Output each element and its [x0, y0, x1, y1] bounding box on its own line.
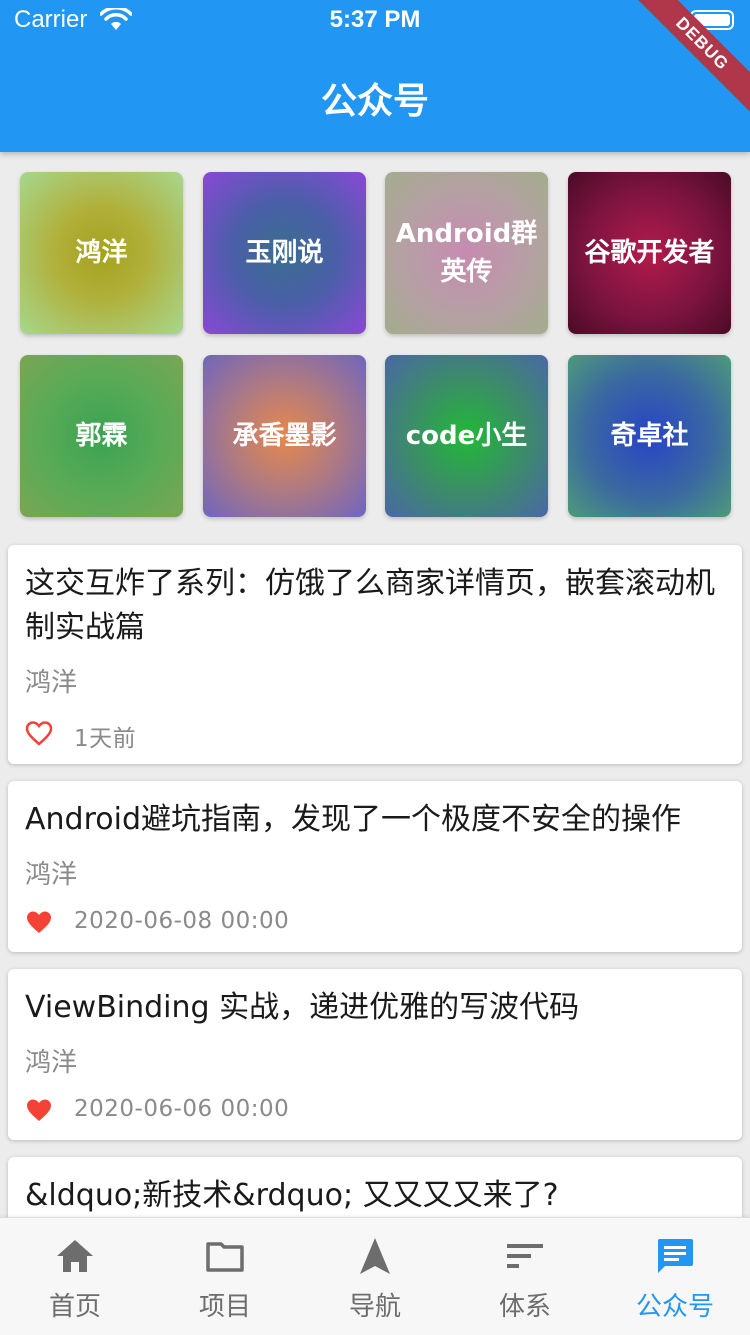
account-name: 鸿洋: [75, 238, 128, 268]
article-author: 鸿洋: [25, 668, 78, 698]
account-tile-google-developers[interactable]: 谷歌开发者: [568, 172, 731, 334]
account-tile-hongyang[interactable]: 鸿洋: [20, 172, 183, 334]
nav-label: 首页: [48, 1292, 101, 1322]
article-author: 鸿洋: [25, 1048, 78, 1078]
article-author: 鸿洋: [25, 860, 78, 890]
account-tile-code-xiaosheng[interactable]: code小生: [385, 355, 548, 517]
account-tile-qizhuoshe[interactable]: 奇卓社: [568, 355, 731, 517]
page-title: 公众号: [320, 81, 429, 122]
clock: 5:37 PM: [329, 6, 421, 33]
article-title: 这交互炸了系列：仿饿了么商家详情页，嵌套滚动机制实战篇: [25, 566, 715, 645]
nav-item-system[interactable]: 体系: [450, 1218, 600, 1335]
nav-label: 公众号: [635, 1292, 714, 1322]
account-tile-android-qunyingzhuan[interactable]: Android群英传: [385, 172, 548, 334]
nav-item-official-accounts[interactable]: 公众号: [600, 1218, 750, 1335]
heart-filled-icon[interactable]: [25, 909, 53, 935]
bottom-navigation: 首页 项目 导航 体系 公众号: [0, 1217, 750, 1335]
sort-icon: [507, 1244, 543, 1268]
account-tile-yugangshuo[interactable]: 玉刚说: [203, 172, 366, 334]
account-name: 谷歌开发者: [584, 238, 715, 268]
article-time: 1天前: [74, 726, 137, 752]
home-icon: [57, 1240, 93, 1272]
nav-label: 导航: [348, 1292, 401, 1322]
account-name: Android群英传: [395, 219, 538, 287]
nav-item-home[interactable]: 首页: [0, 1218, 150, 1335]
nav-label: 体系: [498, 1292, 551, 1322]
account-name: 郭霖: [75, 421, 128, 451]
account-name: code小生: [405, 421, 528, 451]
account-name: 奇卓社: [610, 421, 689, 451]
article-title: ViewBinding 实战，递进优雅的写波代码: [25, 990, 580, 1025]
heart-outline-icon[interactable]: [25, 720, 53, 746]
nav-item-navigation[interactable]: 导航: [300, 1218, 450, 1335]
account-tile-guolin[interactable]: 郭霖: [20, 355, 183, 517]
account-name: 承香墨影: [232, 421, 337, 451]
navigation-icon: [360, 1238, 390, 1274]
accounts-grid: 鸿洋 玉刚说 Android群英传 谷歌开发者 郭霖 承香墨影 code小生 奇…: [20, 172, 731, 517]
chat-icon: [657, 1239, 693, 1273]
article-title: &ldquo;新技术&rdquo; 又又又又来了?: [25, 1178, 559, 1213]
article-card[interactable]: 这交互炸了系列：仿饿了么商家详情页，嵌套滚动机制实战篇 鸿洋 1天前: [8, 545, 742, 764]
account-name: 玉刚说: [245, 238, 324, 268]
article-card[interactable]: Android避坑指南，发现了一个极度不安全的操作 鸿洋 2020-06-08 …: [8, 781, 742, 952]
nav-item-projects[interactable]: 项目: [150, 1218, 300, 1335]
article-card[interactable]: ViewBinding 实战，递进优雅的写波代码 鸿洋 2020-06-06 0…: [8, 969, 742, 1140]
app-bar: Carrier 5:37 PM DEBUG 公众号: [0, 0, 750, 152]
article-time: 2020-06-06 00:00: [74, 1096, 290, 1122]
heart-filled-icon[interactable]: [25, 1097, 53, 1123]
article-title: Android避坑指南，发现了一个极度不安全的操作: [25, 802, 681, 837]
account-tile-chengxiangmoying[interactable]: 承香墨影: [203, 355, 366, 517]
folder-icon: [206, 1242, 244, 1272]
status-bar: Carrier 5:37 PM: [0, 0, 750, 40]
nav-label: 项目: [198, 1292, 251, 1322]
article-time: 2020-06-08 00:00: [74, 908, 290, 934]
